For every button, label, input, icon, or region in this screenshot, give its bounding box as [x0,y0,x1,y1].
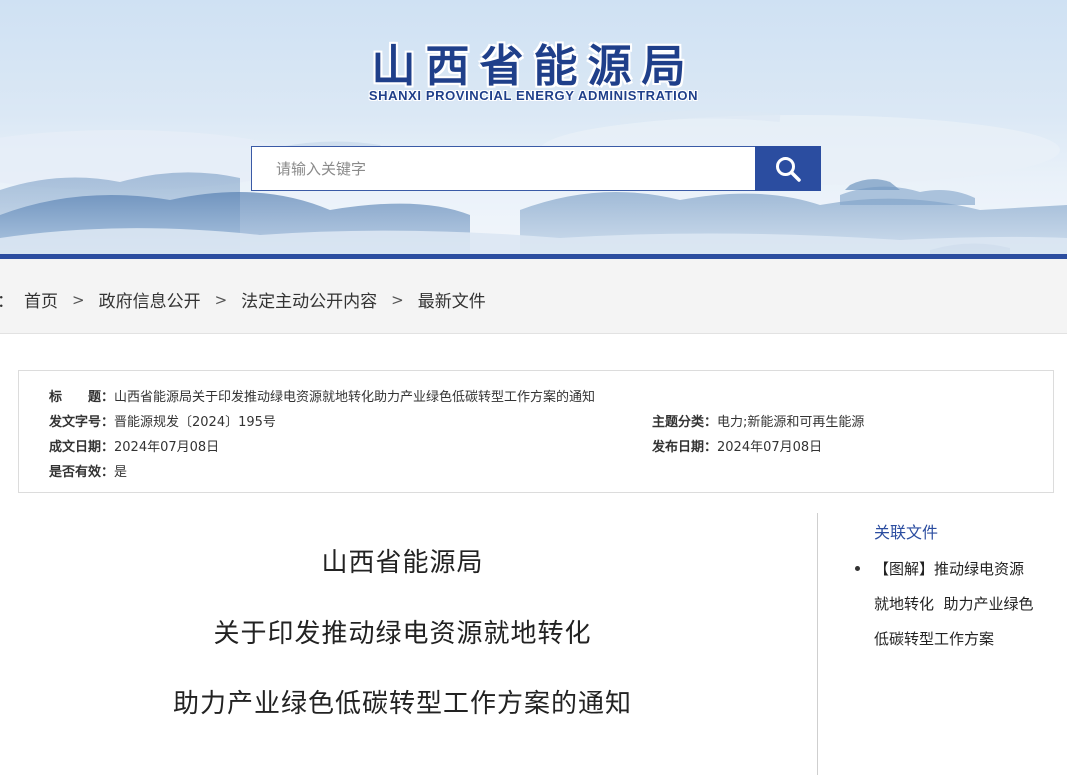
column-divider [817,513,818,775]
meta-docno-value: 晋能源规发〔2024〕195号 [114,415,276,430]
breadcrumb-gov-info[interactable]: 政府信息公开 [99,287,201,312]
search-input[interactable] [251,146,756,191]
meta-created-value: 2024年07月08日 [114,440,220,455]
breadcrumb-home[interactable]: 首页 [24,287,58,312]
meta-valid-value: 是 [114,465,128,480]
related-file-line-1: 【图解】推动绿电资源 [874,560,1025,578]
breadcrumb-bar: 置： 首页 > 政府信息公开 > 法定主动公开内容 > 最新文件 [0,259,1067,334]
meta-topic-value: 电力;新能源和可再生能源 [717,415,865,430]
meta-created-label: 成文日期： [49,440,115,455]
article-title-line-2: 关于印发推动绿电资源就地转化 [213,619,592,649]
meta-valid-row: 是否有效：是 [49,461,127,480]
breadcrumb-latest[interactable]: 最新文件 [418,287,486,312]
meta-title-value: 山西省能源局关于印发推动绿电资源就地转化助力产业绿色低碳转型工作方案的通知 [114,390,596,405]
meta-published-label: 发布日期： [652,440,718,455]
related-files-title: 关联文件 [874,523,939,542]
meta-published-row: 发布日期：2024年07月08日 [652,436,822,455]
article: 山西省能源局 关于印发推动绿电资源就地转化 助力产业绿色低碳转型工作方案的通知 [0,510,815,775]
meta-docno-row: 发文字号：晋能源规发〔2024〕195号 [49,411,276,430]
document-meta-box: 标 题：山西省能源局关于印发推动绿电资源就地转化助力产业绿色低碳转型工作方案的通… [18,370,1054,493]
breadcrumb-separator: > [214,290,228,309]
breadcrumb: 置： 首页 > 政府信息公开 > 法定主动公开内容 > 最新文件 [0,287,486,313]
breadcrumb-statutory[interactable]: 法定主动公开内容 [241,287,377,312]
meta-topic-label: 主题分类： [652,415,718,430]
breadcrumb-separator: > [72,290,85,309]
search-button[interactable] [755,146,821,191]
meta-docno-label: 发文字号： [49,415,115,430]
search-icon [774,155,802,183]
meta-created-row: 成文日期：2024年07月08日 [49,436,219,455]
breadcrumb-prefix: 置： [0,287,14,312]
meta-published-value: 2024年07月08日 [717,440,823,455]
search-bar [251,146,821,191]
breadcrumb-separator: > [391,290,404,309]
brand: 山西省能源局 [0,30,1067,94]
related-file-line-3: 低碳转型工作方案 [874,630,995,648]
related-file-line-2: 就地转化 助力产业绿色 [874,595,1034,613]
meta-title-row: 标 题：山西省能源局关于印发推动绿电资源就地转化助力产业绿色低碳转型工作方案的通… [49,386,595,405]
meta-topic-row: 主题分类：电力;新能源和可再生能源 [652,411,864,430]
meta-valid-label: 是否有效： [49,465,115,480]
site-title: 山西省能源局 [371,41,696,92]
article-title-line-1: 山西省能源局 [321,548,484,578]
related-file-link[interactable]: 【图解】推动绿电资源 就地转化 助力产业绿色 低碳转型工作方案 [874,552,1064,657]
header-banner: 山西省能源局 SHANXI PROVINCIAL ENERGY ADMINIST… [0,0,1067,255]
site-subtitle-en: SHANXI PROVINCIAL ENERGY ADMINISTRATION [368,88,699,103]
meta-title-label: 标 题： [49,390,115,405]
article-title-line-3: 助力产业绿色低碳转型工作方案的通知 [172,689,632,719]
bullet-icon [855,566,860,571]
